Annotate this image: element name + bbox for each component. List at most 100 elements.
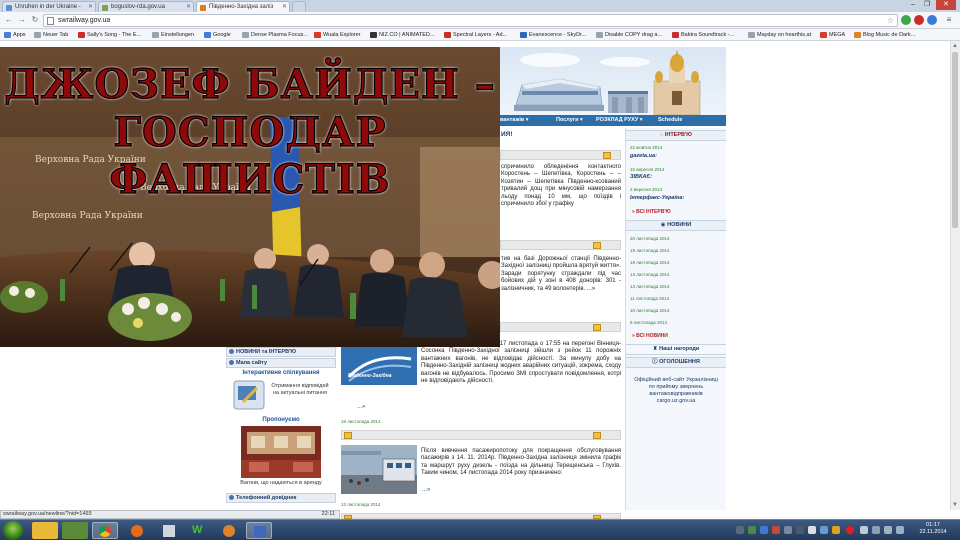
bookmark-item[interactable]: Google	[204, 30, 231, 40]
reload-icon[interactable]: ↻	[30, 15, 40, 25]
bookmark-item[interactable]: Sally's Song - The E...	[78, 30, 141, 40]
bookmark-item[interactable]: Blog Music de Dark...	[854, 30, 915, 40]
nav-services[interactable]: Послуги ▾	[556, 115, 583, 126]
bookmark-item[interactable]: NIZ.CO | ANIMATED...	[370, 30, 434, 40]
media-player-icon[interactable]	[62, 522, 88, 539]
interview-header[interactable]: ◌ ІНТЕРВ'Ю	[626, 130, 726, 141]
forward-arrow-icon[interactable]: →	[17, 15, 27, 25]
maximize-button[interactable]: ❐	[920, 0, 934, 10]
sidebar-site-map[interactable]: Мапа сайту	[226, 358, 336, 368]
news-list-date[interactable]: 18 листопада 2014	[630, 260, 670, 265]
explorer-icon[interactable]	[32, 522, 58, 539]
page-icon	[596, 32, 603, 38]
battery-icon[interactable]	[896, 526, 904, 534]
awards-link[interactable]: ♜ Наші нагороди	[626, 344, 726, 355]
tray-icon[interactable]	[784, 526, 792, 534]
bookmark-item[interactable]: Baktra Soundtrack -...	[672, 30, 734, 40]
tab-boguslov[interactable]: boguslov-rda.gov.ua ✕	[98, 1, 194, 12]
news-icon	[593, 432, 601, 439]
tray-icon[interactable]	[796, 526, 804, 534]
interview-source[interactable]: Інтерфакс-Україна:	[630, 195, 684, 201]
nav-cargo[interactable]: вантажів ▾	[500, 115, 529, 126]
nav-schedule-ua[interactable]: РОЗКЛАД РУХУ ▾	[596, 115, 643, 126]
firefox-icon[interactable]	[124, 522, 150, 539]
bookmark-item[interactable]: Apps	[4, 30, 26, 40]
extension-adblock-icon[interactable]	[914, 15, 924, 25]
network-icon[interactable]	[860, 526, 868, 534]
tab-close-icon[interactable]: ✕	[88, 2, 93, 12]
minimize-button[interactable]: –	[906, 0, 920, 10]
ads-header: ⓘ ОГОЛОШЕННЯ	[626, 357, 726, 368]
bookmark-item[interactable]: MEGA	[820, 30, 845, 40]
bookmark-item[interactable]: Evanescence - SkyDr...	[520, 30, 586, 40]
speaker-icon[interactable]	[884, 526, 892, 534]
news-list-date[interactable]: 19 листопада 2014	[630, 248, 670, 253]
all-interviews-link[interactable]: » ВСІ ІНТЕРВ'Ю	[632, 209, 671, 215]
apps-icon	[4, 32, 11, 38]
news-header[interactable]: ◉ НОВИНИ	[626, 220, 726, 231]
new-tab-button[interactable]	[292, 1, 306, 12]
bookmark-item[interactable]: Einstellungen	[152, 30, 194, 40]
bookmark-item[interactable]: Mayday on hearthis.at	[748, 30, 811, 40]
chrome-taskbar-button[interactable]	[92, 522, 118, 539]
tray-icon[interactable]	[760, 526, 768, 534]
tab-ukraine[interactable]: Unruhen in der Ukraine - ✕	[2, 1, 96, 12]
start-button[interactable]	[3, 521, 23, 540]
bookmark-item[interactable]: Neuer Tab	[34, 30, 68, 40]
interview-source[interactable]: gazeta.ua:	[630, 153, 657, 159]
sidebar-interactive-text: Отримання відповідей на актуальні питанн…	[271, 383, 329, 396]
tab-swrailway[interactable]: Південно-Західна заліз ✕	[196, 1, 290, 12]
news-list-date[interactable]: 6 листопада 2014	[630, 320, 667, 325]
tray-icon[interactable]	[846, 526, 854, 534]
news-list-date[interactable]: 13 листопада 2014	[630, 284, 670, 289]
menu-icon[interactable]: ≡	[944, 15, 954, 25]
nav-schedule-en[interactable]: Schedule	[658, 115, 682, 126]
news-header-bar	[500, 322, 621, 332]
cloud-shape	[600, 57, 650, 67]
ads-text[interactable]: Офіційний веб-сайт Укрзалізниці по прийо…	[626, 377, 726, 405]
app-icon[interactable]	[156, 522, 182, 539]
news-more-link[interactable]: ...»	[357, 404, 365, 410]
scroll-down-icon[interactable]: ▼	[950, 500, 960, 510]
close-window-button[interactable]: ✕	[936, 0, 956, 10]
tray-icon[interactable]	[808, 526, 816, 534]
tray-icon[interactable]	[736, 526, 744, 534]
app-icon[interactable]	[246, 522, 272, 539]
tray-icon[interactable]	[772, 526, 780, 534]
interview-source[interactable]: ЗІВКАЄ:	[630, 174, 652, 180]
tray-icon[interactable]	[832, 526, 840, 534]
sidebar-offer-text[interactable]: Вагони, що надаються в аренду	[226, 480, 336, 487]
bookmark-item[interactable]: Spectral Layers - Ad...	[444, 30, 507, 40]
back-arrow-icon[interactable]: ←	[4, 15, 14, 25]
sidebar-offer-title[interactable]: Пропонуємо	[226, 417, 336, 423]
youtube-icon	[78, 32, 85, 38]
extension-blue-icon[interactable]	[927, 15, 937, 25]
system-clock[interactable]: 01:17 22.11.2014	[910, 522, 956, 536]
bookmark-star-icon[interactable]: ☆	[887, 15, 894, 26]
address-bar[interactable]: swrailway.gov.ua ☆	[43, 14, 898, 27]
bookmark-item[interactable]: Dense Plasma Focus...	[242, 30, 308, 40]
page-icon	[748, 32, 755, 38]
app-logo-icon	[163, 525, 175, 537]
news-list-date[interactable]: 10 листопада 2014	[630, 308, 670, 313]
sidebar-interactive-title[interactable]: Інтерактивне спілкування	[226, 370, 336, 376]
news-list-date[interactable]: 20 листопада 2014	[630, 236, 670, 241]
tray-icon[interactable]	[748, 526, 756, 534]
sidebar-phone-directory[interactable]: Телефонний довідник	[226, 493, 336, 503]
tab-close-icon[interactable]: ✕	[282, 2, 287, 12]
tray-icon[interactable]	[820, 526, 828, 534]
news-list-date[interactable]: 11 листопада 2014	[630, 296, 669, 301]
bookmark-item[interactable]: Disable COPY drag a...	[596, 30, 662, 40]
news-more-link[interactable]: ...»	[422, 487, 430, 493]
scrollbar-thumb[interactable]	[952, 52, 958, 228]
tab-close-icon[interactable]: ✕	[186, 2, 191, 12]
scroll-up-icon[interactable]: ▲	[950, 41, 960, 51]
flag-icon[interactable]	[872, 526, 880, 534]
all-news-link[interactable]: » ВСІ НОВИНИ	[632, 333, 668, 339]
extension-green-icon[interactable]	[901, 15, 911, 25]
bookmark-item[interactable]: Wuala Explorer	[314, 30, 361, 40]
app-icon[interactable]	[216, 522, 242, 539]
news-list-date[interactable]: 13 листопада 2014	[630, 272, 670, 277]
app-w-icon[interactable]: W	[186, 522, 212, 539]
sidebar-news-interview[interactable]: НОВИНИ та ІНТЕРВ'Ю	[226, 347, 336, 357]
